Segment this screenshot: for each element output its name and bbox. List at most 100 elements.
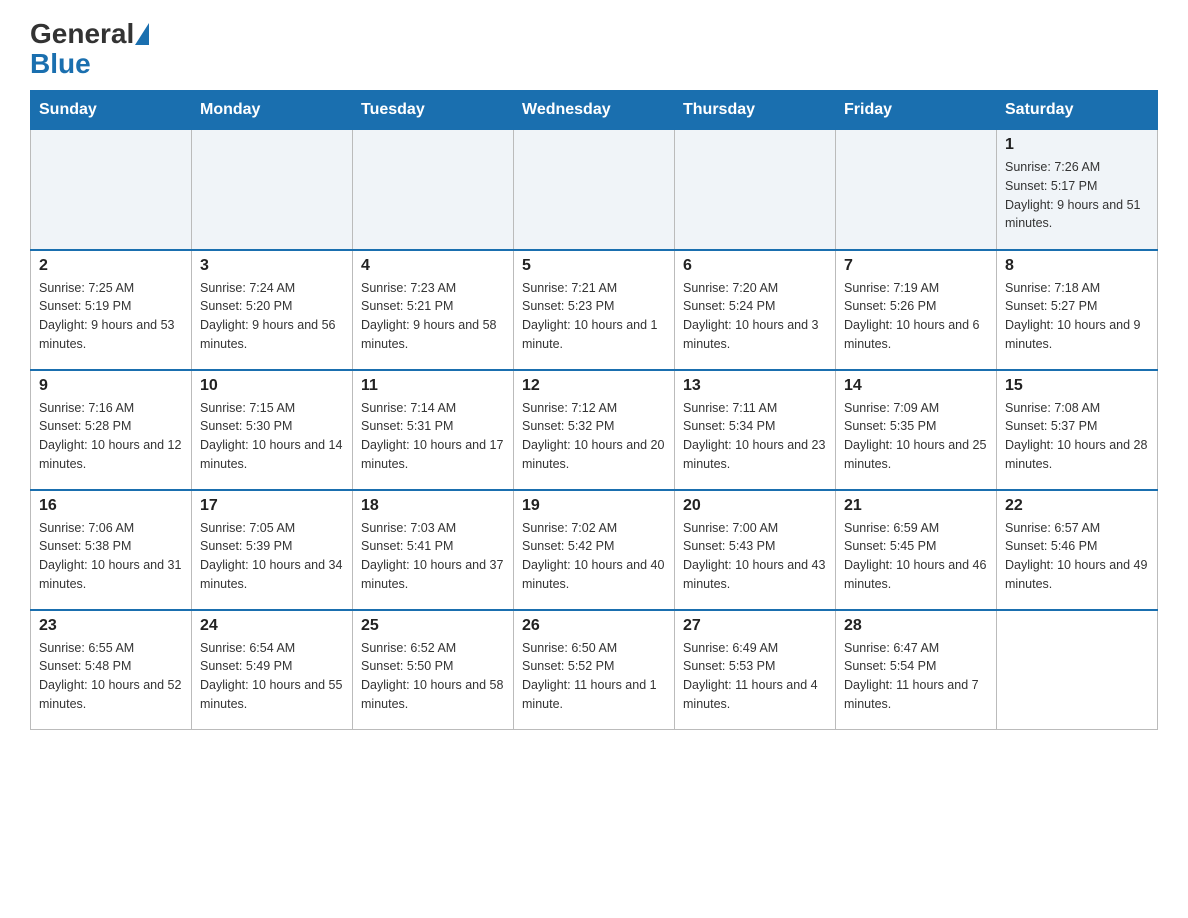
day-number: 21 <box>844 497 988 515</box>
day-info: Sunrise: 7:12 AMSunset: 5:32 PMDaylight:… <box>522 399 666 474</box>
day-info: Sunrise: 7:15 AMSunset: 5:30 PMDaylight:… <box>200 399 344 474</box>
day-number: 25 <box>361 617 505 635</box>
calendar-cell: 13 Sunrise: 7:11 AMSunset: 5:34 PMDayligh… <box>675 370 836 490</box>
day-info: Sunrise: 6:55 AMSunset: 5:48 PMDaylight:… <box>39 639 183 714</box>
day-info: Sunrise: 7:08 AMSunset: 5:37 PMDaylight:… <box>1005 399 1149 474</box>
day-number: 1 <box>1005 136 1149 154</box>
calendar-cell: 25 Sunrise: 6:52 AMSunset: 5:50 PMDayligh… <box>353 610 514 730</box>
calendar-cell: 1 Sunrise: 7:26 AMSunset: 5:17 PMDaylight… <box>997 130 1158 250</box>
day-number: 19 <box>522 497 666 515</box>
calendar-cell: 12 Sunrise: 7:12 AMSunset: 5:32 PMDayligh… <box>514 370 675 490</box>
day-info: Sunrise: 7:09 AMSunset: 5:35 PMDaylight:… <box>844 399 988 474</box>
day-number: 10 <box>200 377 344 395</box>
day-number: 9 <box>39 377 183 395</box>
day-number: 26 <box>522 617 666 635</box>
page-header: General Blue <box>30 20 1158 80</box>
day-number: 3 <box>200 257 344 275</box>
week-row-1: 1 Sunrise: 7:26 AMSunset: 5:17 PMDaylight… <box>31 130 1158 250</box>
day-info: Sunrise: 7:24 AMSunset: 5:20 PMDaylight:… <box>200 279 344 354</box>
week-row-4: 16 Sunrise: 7:06 AMSunset: 5:38 PMDayligh… <box>31 490 1158 610</box>
weekday-header-sunday: Sunday <box>31 91 192 130</box>
day-info: Sunrise: 7:14 AMSunset: 5:31 PMDaylight:… <box>361 399 505 474</box>
calendar-cell <box>192 130 353 250</box>
day-info: Sunrise: 7:20 AMSunset: 5:24 PMDaylight:… <box>683 279 827 354</box>
calendar-cell <box>997 610 1158 730</box>
calendar-cell: 24 Sunrise: 6:54 AMSunset: 5:49 PMDayligh… <box>192 610 353 730</box>
calendar-cell <box>353 130 514 250</box>
calendar-cell: 15 Sunrise: 7:08 AMSunset: 5:37 PMDayligh… <box>997 370 1158 490</box>
weekday-header-monday: Monday <box>192 91 353 130</box>
calendar-cell: 8 Sunrise: 7:18 AMSunset: 5:27 PMDaylight… <box>997 250 1158 370</box>
day-info: Sunrise: 7:02 AMSunset: 5:42 PMDaylight:… <box>522 519 666 594</box>
day-info: Sunrise: 6:49 AMSunset: 5:53 PMDaylight:… <box>683 639 827 714</box>
calendar-cell: 26Sunrise: 6:50 AMSunset: 5:52 PMDayligh… <box>514 610 675 730</box>
day-info: Sunrise: 6:59 AMSunset: 5:45 PMDaylight:… <box>844 519 988 594</box>
calendar-cell <box>31 130 192 250</box>
calendar-cell: 3 Sunrise: 7:24 AMSunset: 5:20 PMDaylight… <box>192 250 353 370</box>
day-number: 2 <box>39 257 183 275</box>
day-number: 4 <box>361 257 505 275</box>
calendar-cell: 23 Sunrise: 6:55 AMSunset: 5:48 PMDayligh… <box>31 610 192 730</box>
day-number: 18 <box>361 497 505 515</box>
calendar-cell: 18 Sunrise: 7:03 AMSunset: 5:41 PMDayligh… <box>353 490 514 610</box>
calendar-cell: 27 Sunrise: 6:49 AMSunset: 5:53 PMDayligh… <box>675 610 836 730</box>
day-info: Sunrise: 7:16 AMSunset: 5:28 PMDaylight:… <box>39 399 183 474</box>
calendar-cell: 16 Sunrise: 7:06 AMSunset: 5:38 PMDayligh… <box>31 490 192 610</box>
week-row-2: 2 Sunrise: 7:25 AMSunset: 5:19 PMDaylight… <box>31 250 1158 370</box>
weekday-header-saturday: Saturday <box>997 91 1158 130</box>
day-number: 8 <box>1005 257 1149 275</box>
day-number: 11 <box>361 377 505 395</box>
day-info: Sunrise: 7:23 AMSunset: 5:21 PMDaylight:… <box>361 279 505 354</box>
day-number: 27 <box>683 617 827 635</box>
calendar-cell: 9 Sunrise: 7:16 AMSunset: 5:28 PMDaylight… <box>31 370 192 490</box>
day-info: Sunrise: 7:25 AMSunset: 5:19 PMDaylight:… <box>39 279 183 354</box>
calendar-cell: 20 Sunrise: 7:00 AMSunset: 5:43 PMDayligh… <box>675 490 836 610</box>
day-number: 6 <box>683 257 827 275</box>
day-number: 24 <box>200 617 344 635</box>
calendar-cell: 10 Sunrise: 7:15 AMSunset: 5:30 PMDayligh… <box>192 370 353 490</box>
day-info: Sunrise: 6:52 AMSunset: 5:50 PMDaylight:… <box>361 639 505 714</box>
calendar-cell: 5 Sunrise: 7:21 AMSunset: 5:23 PMDaylight… <box>514 250 675 370</box>
week-row-5: 23 Sunrise: 6:55 AMSunset: 5:48 PMDayligh… <box>31 610 1158 730</box>
calendar-cell: 7Sunrise: 7:19 AMSunset: 5:26 PMDaylight… <box>836 250 997 370</box>
day-number: 13 <box>683 377 827 395</box>
weekday-header-thursday: Thursday <box>675 91 836 130</box>
logo: General Blue <box>30 20 150 80</box>
logo-blue-text: Blue <box>30 48 91 80</box>
calendar-cell: 21 Sunrise: 6:59 AMSunset: 5:45 PMDayligh… <box>836 490 997 610</box>
calendar-cell: 14Sunrise: 7:09 AMSunset: 5:35 PMDayligh… <box>836 370 997 490</box>
day-number: 20 <box>683 497 827 515</box>
calendar-table: SundayMondayTuesdayWednesdayThursdayFrid… <box>30 90 1158 730</box>
calendar-cell: 11 Sunrise: 7:14 AMSunset: 5:31 PMDayligh… <box>353 370 514 490</box>
day-info: Sunrise: 7:11 AMSunset: 5:34 PMDaylight:… <box>683 399 827 474</box>
day-number: 12 <box>522 377 666 395</box>
day-info: Sunrise: 7:26 AMSunset: 5:17 PMDaylight:… <box>1005 158 1149 233</box>
day-number: 23 <box>39 617 183 635</box>
day-info: Sunrise: 7:05 AMSunset: 5:39 PMDaylight:… <box>200 519 344 594</box>
calendar-cell: 22Sunrise: 6:57 AMSunset: 5:46 PMDayligh… <box>997 490 1158 610</box>
day-info: Sunrise: 7:06 AMSunset: 5:38 PMDaylight:… <box>39 519 183 594</box>
weekday-header-tuesday: Tuesday <box>353 91 514 130</box>
day-info: Sunrise: 7:21 AMSunset: 5:23 PMDaylight:… <box>522 279 666 354</box>
calendar-cell: 19 Sunrise: 7:02 AMSunset: 5:42 PMDayligh… <box>514 490 675 610</box>
week-row-3: 9 Sunrise: 7:16 AMSunset: 5:28 PMDaylight… <box>31 370 1158 490</box>
weekday-header-wednesday: Wednesday <box>514 91 675 130</box>
calendar-cell: 6 Sunrise: 7:20 AMSunset: 5:24 PMDaylight… <box>675 250 836 370</box>
day-info: Sunrise: 7:18 AMSunset: 5:27 PMDaylight:… <box>1005 279 1149 354</box>
weekday-header-friday: Friday <box>836 91 997 130</box>
day-number: 5 <box>522 257 666 275</box>
day-number: 16 <box>39 497 183 515</box>
calendar-cell: 4 Sunrise: 7:23 AMSunset: 5:21 PMDaylight… <box>353 250 514 370</box>
day-number: 15 <box>1005 377 1149 395</box>
calendar-cell <box>836 130 997 250</box>
day-info: Sunrise: 7:19 AMSunset: 5:26 PMDaylight:… <box>844 279 988 354</box>
weekday-header-row: SundayMondayTuesdayWednesdayThursdayFrid… <box>31 91 1158 130</box>
day-info: Sunrise: 6:54 AMSunset: 5:49 PMDaylight:… <box>200 639 344 714</box>
day-info: Sunrise: 7:00 AMSunset: 5:43 PMDaylight:… <box>683 519 827 594</box>
day-info: Sunrise: 6:47 AMSunset: 5:54 PMDaylight:… <box>844 639 988 714</box>
day-number: 22 <box>1005 497 1149 515</box>
calendar-cell: 28Sunrise: 6:47 AMSunset: 5:54 PMDayligh… <box>836 610 997 730</box>
calendar-cell <box>675 130 836 250</box>
calendar-cell <box>514 130 675 250</box>
day-info: Sunrise: 7:03 AMSunset: 5:41 PMDaylight:… <box>361 519 505 594</box>
